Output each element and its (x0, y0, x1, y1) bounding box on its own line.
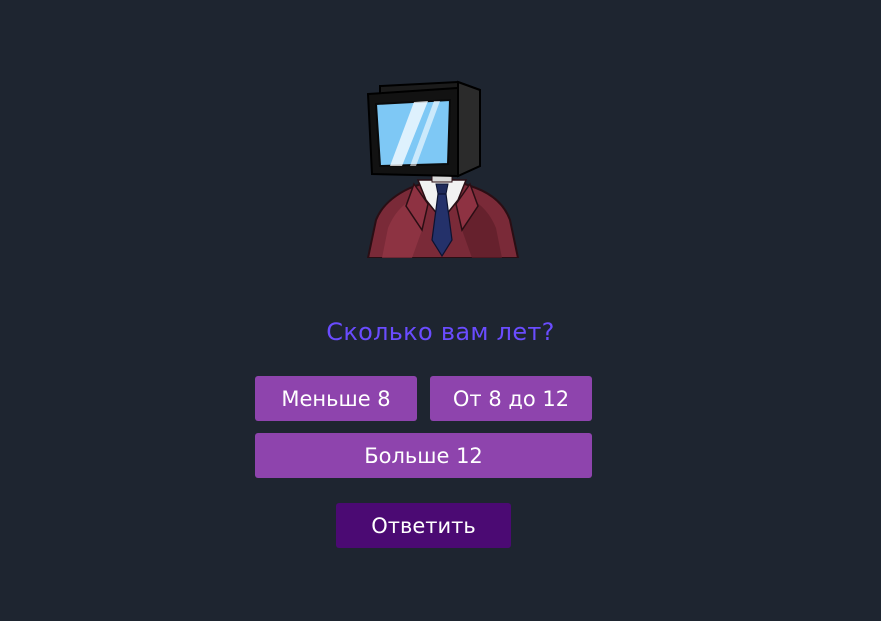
quiz-screen: Сколько вам лет? Меньше 8 От 8 до 12 Бол… (0, 0, 881, 621)
question-text: Сколько вам лет? (326, 318, 555, 346)
answer-option-over-12[interactable]: Больше 12 (255, 433, 592, 478)
submit-answer-button[interactable]: Ответить (336, 503, 511, 548)
answer-option-under-8[interactable]: Меньше 8 (255, 376, 417, 421)
answer-option-8-to-12[interactable]: От 8 до 12 (430, 376, 592, 421)
tv-head-character-icon (366, 80, 520, 258)
